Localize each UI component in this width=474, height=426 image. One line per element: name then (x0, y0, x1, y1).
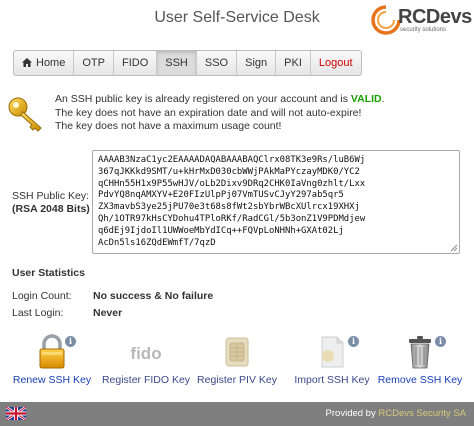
info-icon[interactable]: i (348, 336, 359, 347)
tab-sso[interactable]: SSO (197, 51, 238, 75)
public-key-line: q6dEj9IjdoIl1UWWoeMbYdICq++FQVpLoNHNh+GX… (98, 225, 344, 236)
public-key-line: ZX3mavbS3ye25jPU70e3t68s8fWt2sbYbrWBcXUl… (98, 202, 360, 213)
tab-otp[interactable]: OTP (74, 51, 114, 75)
renew-ssh-key-button[interactable]: i Renew SSH Key (5, 334, 99, 390)
info-icon[interactable]: i (435, 336, 446, 347)
register-piv-key-button[interactable]: Register PIV Key (190, 334, 284, 390)
public-key-line: AAAAB3NzaC1yc2EAAAADAQABAAABAQClrx08TK3e… (98, 155, 366, 165)
register-piv-key-label: Register PIV Key (197, 374, 277, 386)
footer: Provided by RCDevs Security SA (0, 402, 474, 426)
uk-flag-icon[interactable] (6, 407, 26, 420)
info-icon[interactable]: i (65, 336, 76, 347)
logo-tagline: security solutions (400, 27, 447, 33)
public-key-line: qCHHn55H1x9P55wHJV/oLb2Dixv9DRq2CHK0IaVn… (98, 178, 366, 189)
public-key-textarea[interactable]: AAAAB3NzaC1yc2EAAAADAQABAAABAQClrx08TK3e… (92, 150, 460, 254)
remove-ssh-key-label: Remove SSH Key (377, 374, 463, 386)
tab-logout[interactable]: Logout (311, 51, 361, 75)
public-key-label: SSH Public Key: (RSA 2048 Bits) (12, 190, 90, 216)
resize-grip-icon[interactable] (450, 244, 458, 252)
provider-brand-link[interactable]: RCDevs Security SA (378, 408, 466, 419)
fido-icon: fido (130, 344, 161, 363)
trash-can-icon (409, 336, 431, 369)
status-valid-prefix: An SSH public key is already registered … (55, 93, 351, 105)
public-key-label-text: SSH Public Key: (12, 190, 90, 202)
register-fido-key-button[interactable]: fido Register FIDO Key (99, 334, 193, 390)
provided-by-prefix: Provided by (325, 408, 376, 419)
status-valid-badge: VALID (350, 93, 382, 105)
header: User Self-Service Desk RCDevs security s… (0, 0, 474, 40)
status-line-expiration: The key does not have an expiration date… (55, 106, 362, 119)
last-login-value: Never (93, 307, 123, 319)
public-key-line: 367qJKKkd9SMT/u+kHrMxD030cbWWjPAkMaPYcza… (98, 166, 360, 177)
main-nav: Home OTP FIDO SSH SSO Sign PKI Logout (13, 50, 362, 76)
login-count-value: No success & No failure (93, 290, 214, 302)
import-document-icon (321, 336, 344, 368)
import-ssh-key-button[interactable]: i Import SSH Key (285, 334, 379, 390)
status-valid-suffix: . (381, 93, 385, 105)
user-statistics-title: User Statistics (12, 267, 85, 279)
logo-name: RCDevs (398, 6, 472, 28)
public-key-line: Qh/1OTR97kHsCYDohu4TPloRKf/RadCGl/5b3onZ… (98, 213, 366, 224)
import-ssh-key-label: Import SSH Key (294, 374, 370, 386)
tab-ssh[interactable]: SSH (157, 51, 197, 75)
last-login-label: Last Login: (12, 307, 64, 319)
tab-home[interactable]: Home (14, 51, 75, 75)
tab-pki[interactable]: PKI (276, 51, 311, 75)
key-icon (8, 97, 42, 132)
home-icon (22, 58, 32, 67)
status-line-valid: An SSH public key is already registered … (55, 93, 385, 107)
login-count-label: Login Count: (12, 290, 72, 302)
public-key-bits: (RSA 2048 Bits) (12, 203, 90, 215)
svg-text:fido: fido (130, 344, 161, 363)
key-status: An SSH public key is already registered … (55, 93, 385, 134)
status-line-usage: The key does not have a maximum usage co… (55, 120, 282, 132)
tab-home-label: Home (36, 57, 66, 69)
provided-by-text: Provided by RCDevs Security SA (326, 408, 466, 419)
rcdevs-logo: RCDevs security solutions (370, 4, 472, 38)
tab-sign[interactable]: Sign (237, 51, 277, 75)
tab-fido[interactable]: FIDO (114, 51, 158, 75)
renew-ssh-key-label: Renew SSH Key (12, 374, 92, 386)
smartcard-chip-icon (225, 337, 249, 367)
register-fido-key-label: Register FIDO Key (101, 374, 191, 386)
public-key-line: AcDn5ls16ZQdEWmfT/7qzD (98, 237, 216, 248)
remove-ssh-key-button[interactable]: i Remove SSH Key (373, 334, 467, 390)
public-key-line: PdvYQ8nqAMXYV+E20FIzUlpPj07VmTUSvCJyY297… (98, 190, 344, 201)
